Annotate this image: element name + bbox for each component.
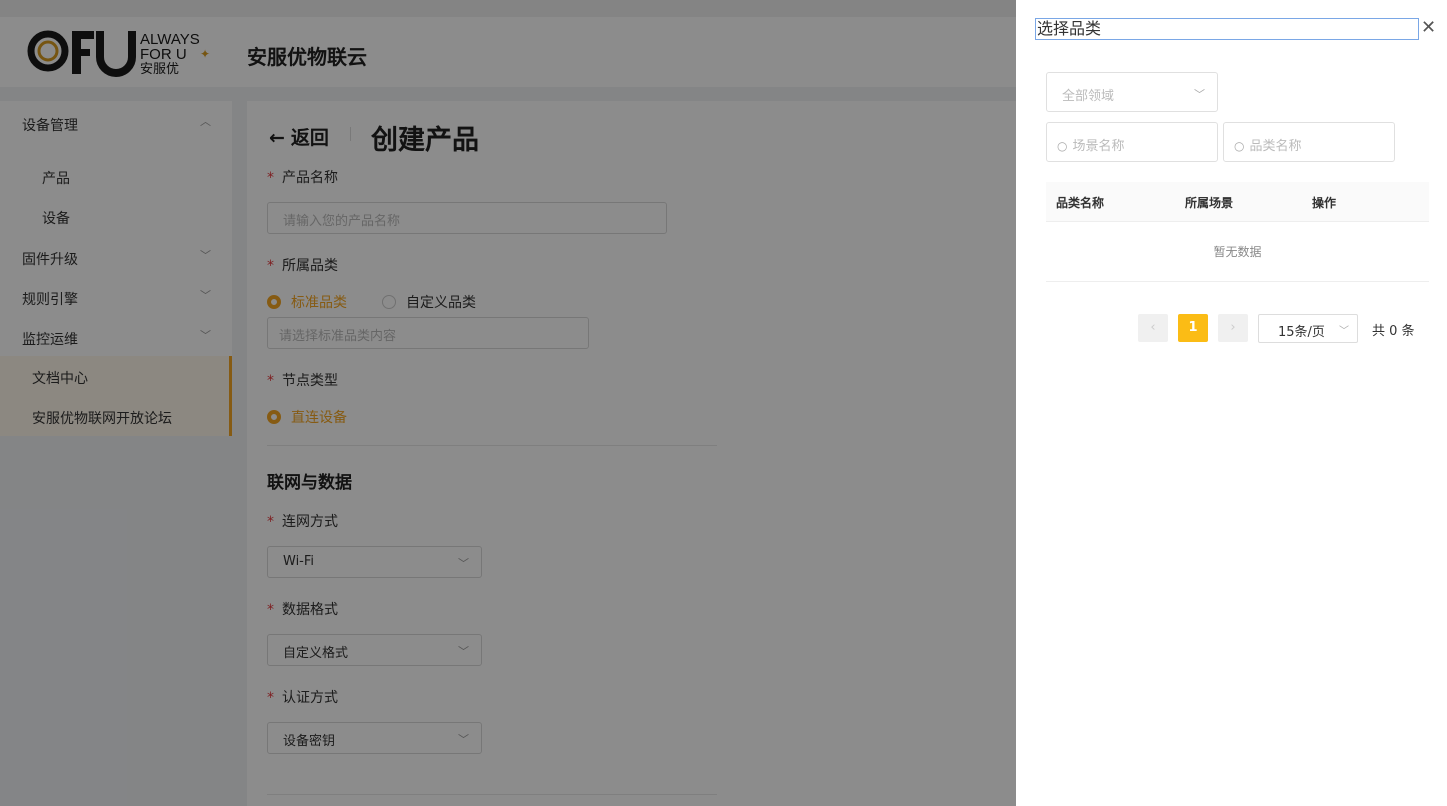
column-header: 操作 <box>1312 196 1337 210</box>
page-button[interactable]: 1 <box>1178 314 1208 342</box>
prev-page-button[interactable]: ‹ <box>1138 314 1168 342</box>
column-header: 品类名称 <box>1056 196 1105 210</box>
category-drawer: 选择品类 ✕ 全部领域 ﹀ ○ 场景名称 ○ 品类名称 品类名称 所属场景 操作 暂… <box>1016 0 1447 806</box>
empty-state: 暂无数据 <box>1046 222 1429 282</box>
chevron-left-icon: ‹ <box>1150 320 1156 335</box>
scene-search-input[interactable]: ○ 场景名称 <box>1046 122 1218 162</box>
chevron-right-icon: › <box>1230 320 1236 335</box>
total-count: 共 0 条 <box>1372 324 1415 339</box>
modal-mask[interactable] <box>0 0 1016 806</box>
next-page-button[interactable]: › <box>1218 314 1248 342</box>
page-size-select[interactable]: 15条/页 ﹀ <box>1258 314 1358 343</box>
close-icon[interactable]: ✕ <box>1421 18 1436 38</box>
column-header: 所属场景 <box>1185 196 1234 210</box>
search-icon: ○ <box>1234 139 1245 153</box>
domain-select[interactable]: 全部领域 ﹀ <box>1046 72 1218 112</box>
chevron-down-icon: ﹀ <box>1339 326 1349 337</box>
table-header: 品类名称 所属场景 操作 <box>1046 182 1429 222</box>
drawer-title: 选择品类 <box>1035 18 1419 40</box>
chevron-down-icon: ﹀ <box>1194 88 1205 101</box>
category-search-input[interactable]: ○ 品类名称 <box>1223 122 1395 162</box>
search-icon: ○ <box>1057 139 1068 153</box>
